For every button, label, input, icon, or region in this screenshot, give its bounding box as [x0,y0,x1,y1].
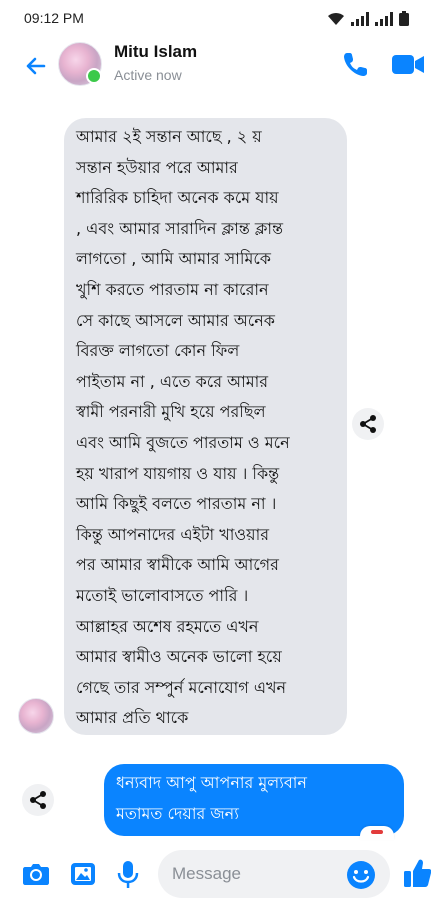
back-arrow-icon [26,57,46,75]
sent-message-text: ধন্যবাদ আপু আপনার মুল্যবান মতামত দেয়ার … [116,773,307,823]
back-button[interactable] [20,50,52,82]
contact-name[interactable]: Mitu Islam [114,42,197,62]
microphone-button[interactable] [112,858,144,890]
signal-icon-2 [375,12,393,26]
wifi-icon [328,12,344,25]
camera-icon [23,864,49,885]
gallery-icon [71,863,95,885]
received-message-text: আমার ২ই সন্তান আছে , ২ য় সন্তান হউয়ার … [76,127,290,728]
sent-message-bubble[interactable]: ধন্যবাদ আপু আপনার মুল্যবান মতামত দেয়ার … [104,764,404,836]
status-icons [327,10,409,26]
phone-icon [344,53,367,76]
battery-icon [399,11,409,26]
status-time: 09:12 PM [24,10,84,26]
video-call-button[interactable] [390,48,426,80]
like-button[interactable] [402,856,431,890]
voice-call-button[interactable] [340,48,372,80]
signal-icon [351,12,369,26]
reaction-icon [371,830,383,834]
status-bar: 09:12 PM [0,0,431,36]
contact-status: Active now [114,67,182,83]
message-composer: Message [0,842,431,913]
reaction-badge[interactable] [360,826,394,840]
share-button[interactable] [22,784,54,816]
online-indicator [86,68,102,84]
conversation-header: Mitu Islam Active now [0,36,431,98]
microphone-icon [117,861,139,888]
gallery-button[interactable] [68,858,100,890]
share-icon [30,791,46,809]
emoji-icon [347,861,375,889]
received-message-bubble[interactable]: আমার ২ই সন্তান আছে , ২ য় সন্তান হউয়ার … [64,118,347,735]
camera-button[interactable] [20,858,52,890]
sender-avatar [18,698,54,734]
video-camera-icon [392,55,424,74]
contact-avatar-wrap[interactable] [58,42,102,86]
emoji-button[interactable] [346,860,376,890]
share-icon [360,415,376,433]
share-button[interactable] [352,408,384,440]
thumbs-up-icon [404,859,431,887]
